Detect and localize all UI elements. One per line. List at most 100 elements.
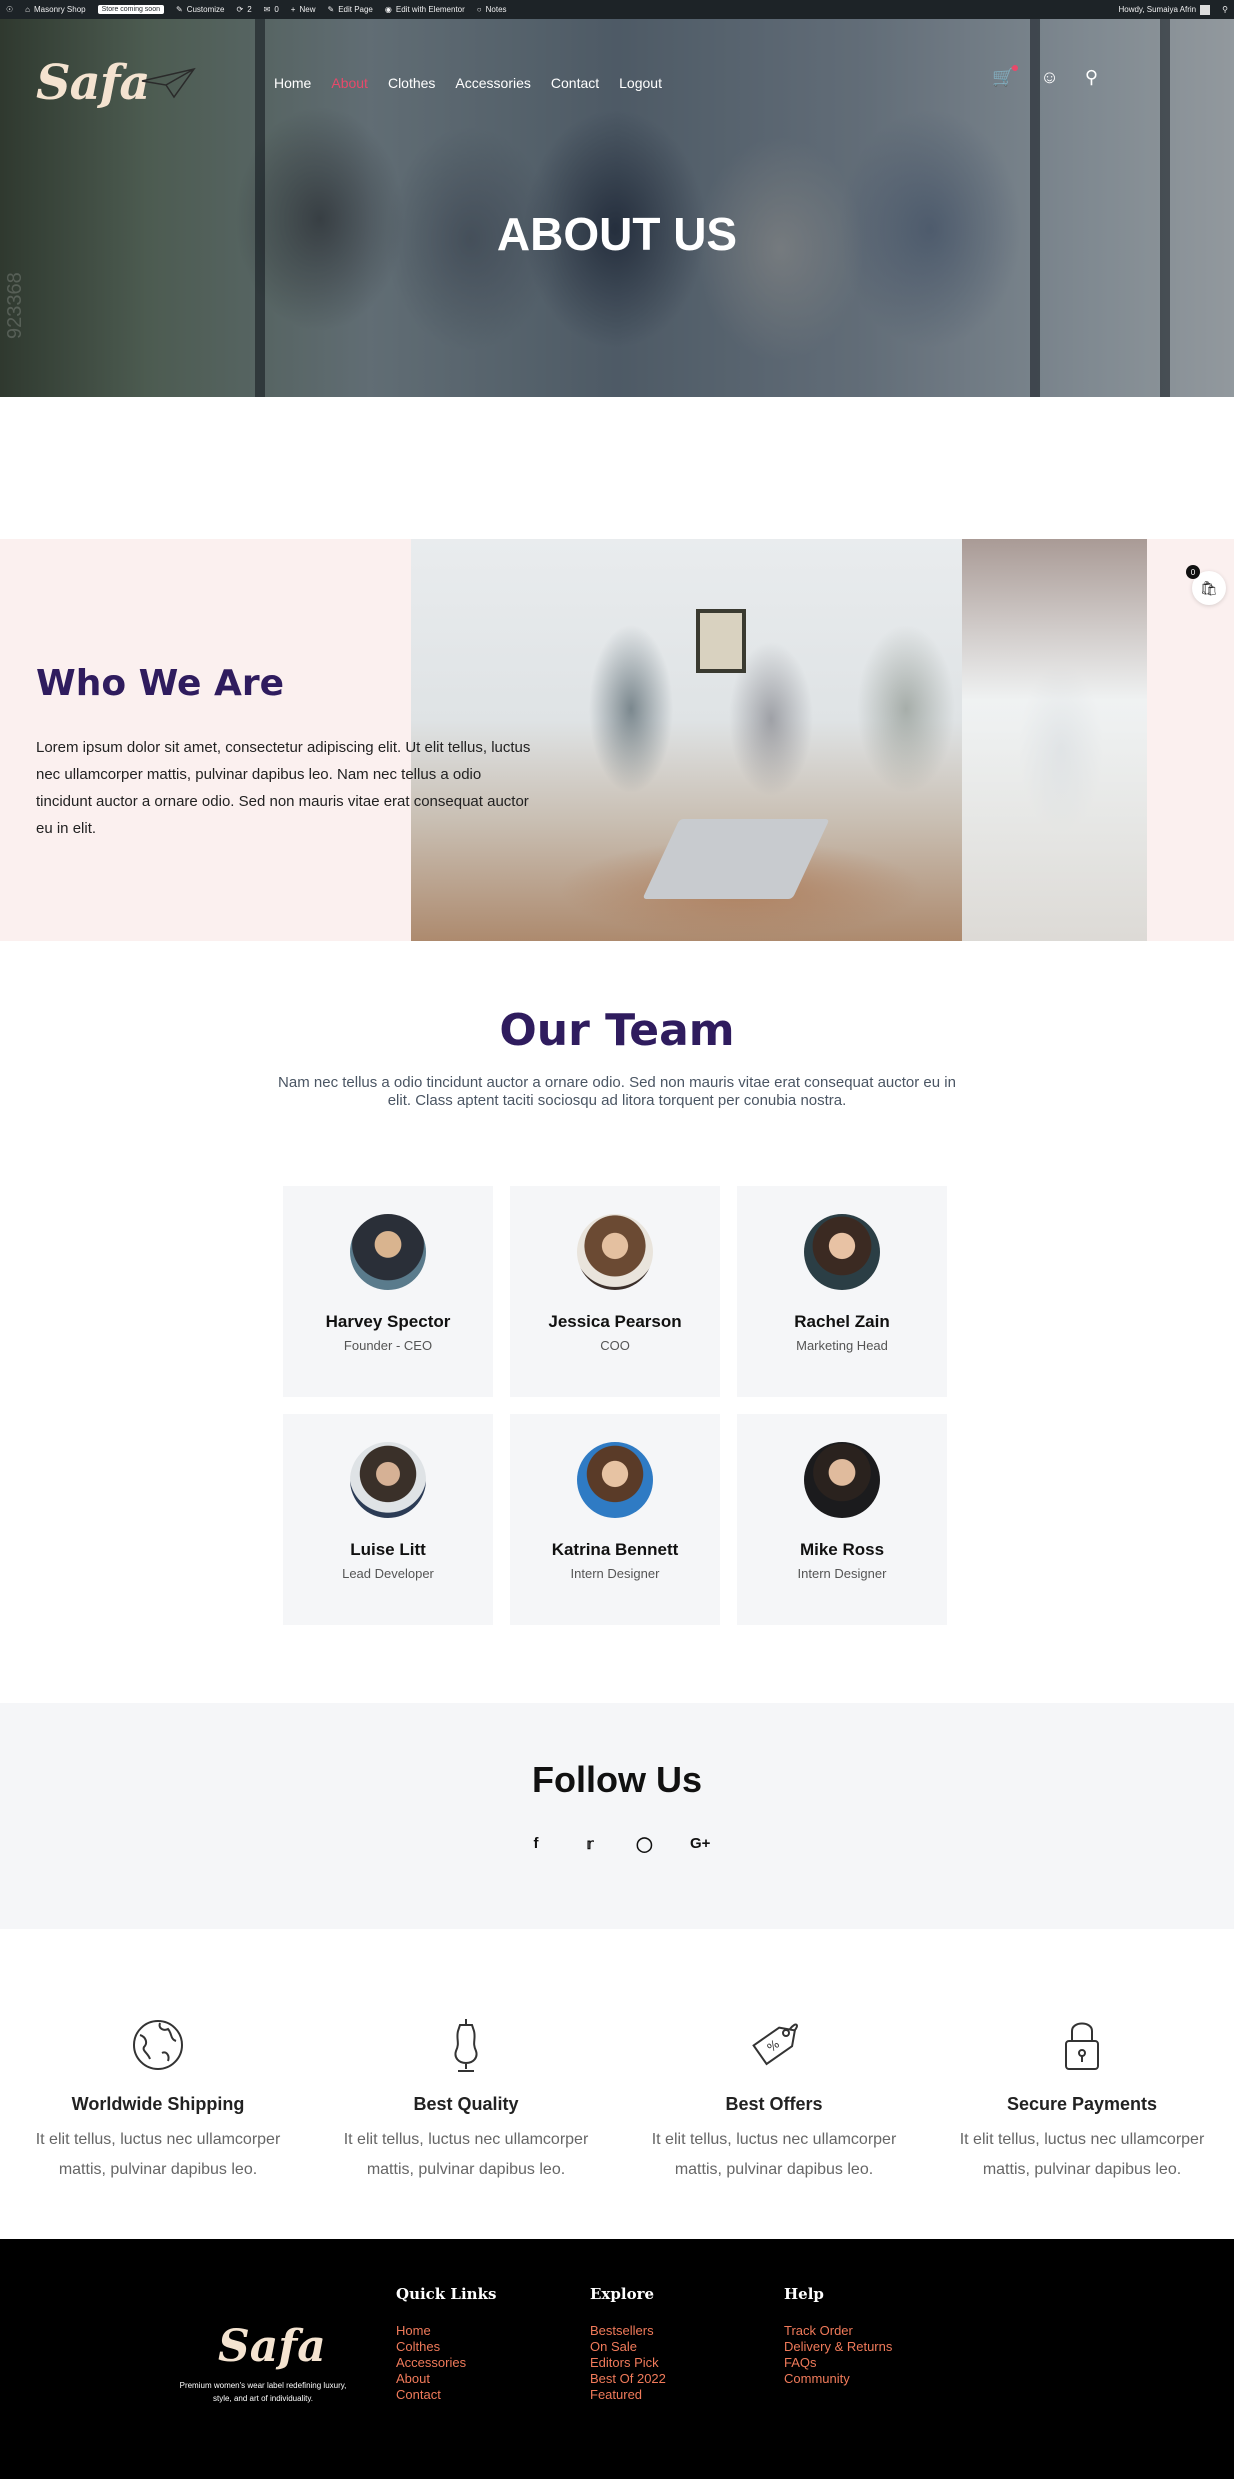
page-title: ABOUT US	[496, 208, 738, 260]
footer-link[interactable]: Track Order	[784, 2323, 892, 2339]
nav-clothes[interactable]: Clothes	[388, 75, 435, 91]
admin-edit-page-label: Edit Page	[338, 5, 373, 14]
admin-new-link[interactable]: + New	[291, 5, 316, 14]
member-role: Intern Designer	[797, 1566, 887, 1581]
team-section: Our Team Nam nec tellus a odio tincidunt…	[0, 941, 1234, 1703]
twitter-icon[interactable]: 𝕣	[582, 1835, 598, 1853]
google-plus-icon[interactable]: G+	[690, 1835, 710, 1853]
main-nav: Home About Clothes Accessories Contact L…	[274, 75, 662, 91]
footer-link[interactable]: Delivery & Returns	[784, 2339, 892, 2355]
avatar	[350, 1442, 426, 1518]
admin-updates-link[interactable]: ⟳ 2	[236, 5, 251, 14]
admin-howdy-text: Howdy, Sumaiya Afrin	[1118, 5, 1197, 14]
photo-laptop	[642, 819, 830, 899]
team-subtitle: Nam nec tellus a odio tincidunt auctor a…	[278, 1074, 956, 1109]
member-role: Marketing Head	[796, 1338, 888, 1353]
avatar	[577, 1214, 653, 1290]
photo-window	[962, 539, 1147, 941]
footer-link[interactable]: Contact	[396, 2387, 496, 2403]
team-member-card: Jessica Pearson COO	[510, 1186, 720, 1397]
features-section: Worldwide Shipping It elit tellus, luctu…	[0, 1929, 1234, 2239]
store-status-badge[interactable]: Store coming soon	[97, 5, 164, 14]
member-name: Harvey Spector	[325, 1312, 451, 1331]
footer-link[interactable]: Home	[396, 2323, 496, 2339]
nav-contact[interactable]: Contact	[551, 75, 599, 91]
admin-notes-link[interactable]: ○ Notes	[477, 5, 507, 14]
facebook-icon[interactable]: f	[528, 1835, 544, 1853]
dress-form-icon	[454, 2019, 478, 2072]
footer-link[interactable]: Colthes	[396, 2339, 496, 2355]
avatar	[577, 1442, 653, 1518]
user-icon[interactable]: ☺	[1040, 67, 1058, 88]
cart-count-badge: 0	[1186, 565, 1200, 579]
cart-icon[interactable]: 🛒	[992, 65, 1019, 88]
floating-cart-button[interactable]: 0 🛍	[1186, 565, 1226, 605]
footer-link[interactable]: Bestsellers	[590, 2323, 666, 2339]
feature-title: Worldwide Shipping	[71, 2094, 245, 2114]
team-member-card: Luise Litt Lead Developer	[283, 1414, 493, 1625]
member-name: Jessica Pearson	[548, 1312, 682, 1331]
feature-body: It elit tellus, luctus nec ullamcorper m…	[959, 2131, 1205, 2178]
footer-link[interactable]: FAQs	[784, 2355, 892, 2371]
paper-plane-icon	[141, 67, 196, 99]
footer-logo[interactable]: Safa	[218, 2321, 326, 2372]
team-title: Our Team	[499, 1005, 735, 1056]
admin-account-menu[interactable]: Howdy, Sumaiya Afrin	[1118, 4, 1211, 15]
nav-logout[interactable]: Logout	[619, 75, 662, 91]
stock-watermark: 923368	[4, 272, 26, 339]
footer-link[interactable]: Best Of 2022	[590, 2371, 666, 2387]
admin-customize-link[interactable]: ✎ Customize	[176, 5, 225, 14]
social-links: f 𝕣 ◯ G+	[0, 1835, 1234, 1853]
member-role: Intern Designer	[570, 1566, 660, 1581]
instagram-icon[interactable]: ◯	[636, 1835, 653, 1853]
avatar	[350, 1214, 426, 1290]
footer-link[interactable]: Community	[784, 2371, 892, 2387]
feature-body: It elit tellus, luctus nec ullamcorper m…	[343, 2131, 589, 2178]
admin-site-link[interactable]: ⌂ Masonry Shop	[25, 5, 85, 14]
footer-link[interactable]: Featured	[590, 2387, 666, 2403]
admin-edit-elementor-link[interactable]: ◉ Edit with Elementor	[385, 5, 465, 14]
team-member-card: Harvey Spector Founder - CEO	[283, 1186, 493, 1397]
who-we-are-section: Who We Are Lorem ipsum dolor sit amet, c…	[0, 539, 1234, 941]
nav-home[interactable]: Home	[274, 75, 311, 91]
team-member-card: Mike Ross Intern Designer	[737, 1414, 947, 1625]
avatar	[804, 1214, 880, 1290]
admin-comments-link[interactable]: ✉ 0	[264, 5, 279, 14]
follow-us-title: Follow Us	[532, 1759, 702, 1800]
nav-about[interactable]: About	[331, 75, 368, 91]
feature-secure-payments: Secure Payments It elit tellus, luctus n…	[942, 2017, 1222, 2185]
feature-best-offers: % Best Offers It elit tellus, luctus nec…	[634, 2017, 914, 2185]
feature-title: Best Quality	[413, 2094, 519, 2114]
admin-customize-label: Customize	[186, 5, 225, 14]
search-icon[interactable]: ⚲	[1085, 67, 1098, 88]
footer-column-quick-links: Quick Links Home Colthes Accessories Abo…	[396, 2285, 496, 2403]
basket-icon: 🛍	[1200, 579, 1218, 596]
member-name: Katrina Bennett	[551, 1540, 679, 1559]
photo-wall-frame	[696, 609, 746, 673]
site-header: Safa Home About Clothes Accessories Cont…	[0, 49, 1234, 111]
footer-column-help: Help Track Order Delivery & Returns FAQs…	[784, 2285, 892, 2387]
admin-notes-label: Notes	[485, 5, 507, 14]
admin-bar: ☉ ⌂ Masonry Shop Store coming soon ✎ Cus…	[0, 0, 1234, 19]
team-member-card: Katrina Bennett Intern Designer	[510, 1414, 720, 1625]
admin-search-icon[interactable]: ⚲	[1222, 5, 1228, 14]
footer-link[interactable]: Accessories	[396, 2355, 496, 2371]
member-role: Lead Developer	[342, 1566, 434, 1581]
who-we-are-body: Lorem ipsum dolor sit amet, consectetur …	[36, 739, 531, 837]
member-name: Mike Ross	[799, 1540, 885, 1559]
admin-edit-page-link[interactable]: ✎ Edit Page	[327, 5, 372, 14]
hero-banner: Safa Home About Clothes Accessories Cont…	[0, 19, 1234, 397]
site-logo[interactable]: Safa	[36, 55, 151, 111]
updates-count: 2	[247, 5, 252, 14]
footer-link[interactable]: About	[396, 2371, 496, 2387]
avatar	[1200, 4, 1211, 15]
feature-best-quality: Best Quality It elit tellus, luctus nec …	[326, 2017, 606, 2185]
footer-link[interactable]: Editors Pick	[590, 2355, 666, 2371]
nav-accessories[interactable]: Accessories	[455, 75, 530, 91]
member-name: Rachel Zain	[794, 1312, 890, 1331]
admin-new-label: New	[299, 5, 316, 14]
member-name: Luise Litt	[350, 1540, 426, 1559]
follow-us-section: Follow Us f 𝕣 ◯ G+	[0, 1703, 1234, 1929]
footer-link[interactable]: On Sale	[590, 2339, 666, 2355]
wordpress-logo-icon[interactable]: ☉	[6, 5, 13, 14]
